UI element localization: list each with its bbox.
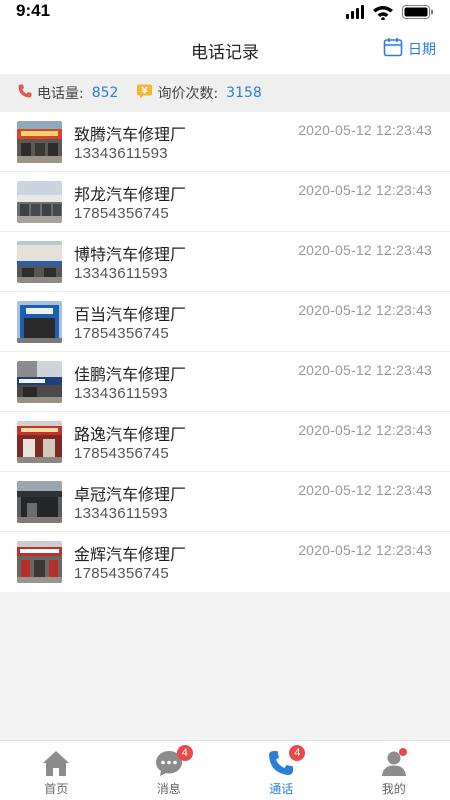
shop-photo <box>17 121 62 163</box>
wifi-icon <box>373 6 393 21</box>
call-count-value: 852 <box>91 85 119 101</box>
call-time: 2020-05-12 12:23:43 <box>298 482 432 498</box>
message-badge: 4 <box>176 745 193 761</box>
shop-photo <box>17 301 62 343</box>
call-count-label: 电话量: <box>37 86 84 102</box>
phone-number: 17854356745 <box>74 325 170 342</box>
shop-photo <box>17 481 62 523</box>
list-item[interactable]: 邦龙汽车修理厂 17854356745 2020-05-12 12:23:43 <box>0 172 450 232</box>
list-item[interactable]: 百当汽车修理厂 17854356745 2020-05-12 12:23:43 <box>0 292 450 352</box>
list-item[interactable]: 路逸汽车修理厂 17854356745 2020-05-12 12:23:43 <box>0 412 450 472</box>
shop-photo <box>17 421 62 463</box>
inquiry-count-value: 3158 <box>226 85 262 101</box>
notification-dot <box>398 748 407 756</box>
status-icons <box>346 4 436 21</box>
price-tag-icon: ¥ <box>136 83 153 103</box>
call-time: 2020-05-12 12:23:43 <box>298 302 432 318</box>
list-item[interactable]: 卓冠汽车修理厂 13343611593 2020-05-12 12:23:43 <box>0 472 450 532</box>
phone-number: 17854356745 <box>74 205 170 222</box>
date-filter-button[interactable]: 日期 <box>383 37 436 61</box>
phone-icon <box>17 83 33 103</box>
stats-bar: 电话量: 852 ¥ 询价次数: 3158 <box>0 74 450 112</box>
list-item[interactable]: 博特汽车修理厂 13343611593 2020-05-12 12:23:43 <box>0 232 450 292</box>
nav-bar: 电话记录 日期 <box>0 24 450 74</box>
phone-icon: 4 <box>266 745 306 778</box>
tab-calls[interactable]: 4 通话 <box>225 741 338 800</box>
tab-label: 我的 <box>381 782 406 796</box>
message-icon: 4 <box>154 745 193 778</box>
call-time: 2020-05-12 12:23:43 <box>298 542 432 558</box>
call-time: 2020-05-12 12:23:43 <box>298 242 432 258</box>
status-time: 9:41 <box>16 1 51 20</box>
shop-name: 致腾汽车修理厂 <box>74 125 187 144</box>
shop-photo <box>17 541 62 583</box>
list-item[interactable]: 致腾汽车修理厂 13343611593 2020-05-12 12:23:43 <box>0 112 450 172</box>
home-icon <box>41 748 71 778</box>
shop-name: 佳鹏汽车修理厂 <box>74 365 187 384</box>
battery-icon <box>402 5 433 19</box>
call-time: 2020-05-12 12:23:43 <box>298 362 432 378</box>
call-count-stat: 电话量: 852 <box>17 83 118 103</box>
phone-number: 17854356745 <box>74 445 170 462</box>
call-badge: 4 <box>289 745 306 761</box>
call-time: 2020-05-12 12:23:43 <box>298 182 432 198</box>
signal-icon <box>346 5 364 19</box>
tab-home[interactable]: 首页 <box>0 741 113 800</box>
shop-photo <box>17 361 62 403</box>
phone-number: 13343611593 <box>74 505 168 522</box>
tab-messages[interactable]: 4 消息 <box>113 741 226 800</box>
phone-number: 13343611593 <box>74 265 168 282</box>
call-record-list: 致腾汽车修理厂 13343611593 2020-05-12 12:23:43 … <box>0 112 450 592</box>
phone-number: 17854356745 <box>74 565 170 582</box>
shop-name: 邦龙汽车修理厂 <box>74 185 187 204</box>
date-filter-label: 日期 <box>408 42 436 58</box>
phone-number: 13343611593 <box>74 385 168 402</box>
shop-photo <box>17 181 62 223</box>
tab-label: 首页 <box>44 782 69 796</box>
shop-name: 路逸汽车修理厂 <box>74 425 187 444</box>
tab-profile[interactable]: 我的 <box>338 741 450 800</box>
inquiry-count-stat: ¥ 询价次数: 3158 <box>136 83 262 103</box>
phone-number: 13343611593 <box>74 145 168 162</box>
list-item[interactable]: 金辉汽车修理厂 17854356745 2020-05-12 12:23:43 <box>0 532 450 592</box>
tab-label: 通话 <box>269 782 294 796</box>
calendar-icon <box>383 37 403 61</box>
list-item[interactable]: 佳鹏汽车修理厂 13343611593 2020-05-12 12:23:43 <box>0 352 450 412</box>
shop-name: 卓冠汽车修理厂 <box>74 485 187 504</box>
status-bar: 9:41 <box>0 0 450 24</box>
svg-text:¥: ¥ <box>142 87 149 97</box>
shop-name: 百当汽车修理厂 <box>74 305 187 324</box>
shop-name: 金辉汽车修理厂 <box>74 545 187 564</box>
shop-name: 博特汽车修理厂 <box>74 245 187 264</box>
shop-photo <box>17 241 62 283</box>
inquiry-count-label: 询价次数: <box>157 86 219 102</box>
call-time: 2020-05-12 12:23:43 <box>298 122 432 138</box>
bottom-tab-bar: 首页 4 消息 4 通话 我的 <box>0 740 450 800</box>
profile-icon <box>379 748 409 778</box>
call-time: 2020-05-12 12:23:43 <box>298 422 432 438</box>
tab-label: 消息 <box>156 782 181 796</box>
